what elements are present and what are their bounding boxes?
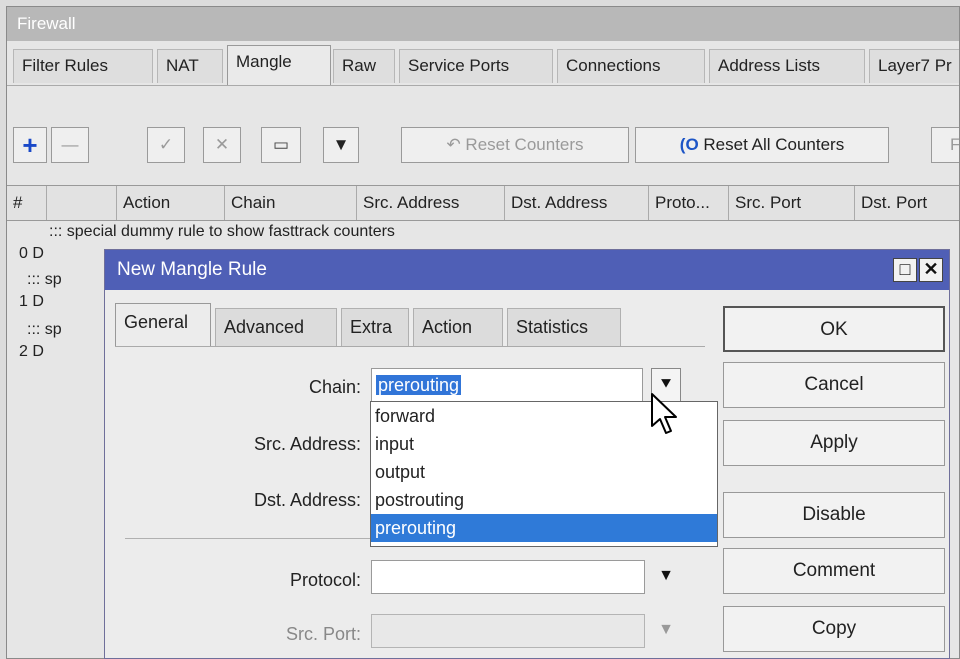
copy-button[interactable]: Copy <box>723 606 945 652</box>
tab-nat[interactable]: NAT <box>157 49 223 83</box>
cancel-button[interactable]: Cancel <box>723 362 945 408</box>
dialog-tab-extra[interactable]: Extra <box>341 308 409 346</box>
table-row[interactable]: 1 D <box>19 291 44 313</box>
col-number[interactable]: # <box>7 186 47 220</box>
src-port-dropdown-arrow-icon[interactable]: ▼ <box>651 614 681 648</box>
col-dst-port[interactable]: Dst. Port <box>855 186 959 220</box>
tab-layer7[interactable]: Layer7 Pr <box>869 49 959 83</box>
chain-option-postrouting[interactable]: postrouting <box>371 486 717 514</box>
reset-counters-button[interactable]: ↶ Reset Counters <box>401 127 629 163</box>
col-src-port[interactable]: Src. Port <box>729 186 855 220</box>
protocol-label: Protocol: <box>289 570 361 590</box>
tab-raw[interactable]: Raw <box>333 49 395 83</box>
protocol-select[interactable] <box>371 560 645 594</box>
enable-check-icon[interactable]: ✓ <box>147 127 185 163</box>
tab-filter-rules[interactable]: Filter Rules <box>13 49 153 83</box>
find-input[interactable]: F <box>931 127 959 163</box>
col-action[interactable]: Action <box>117 186 225 220</box>
chain-label: Chain: <box>308 377 361 397</box>
comment-button[interactable]: Comment <box>723 548 945 594</box>
reset-all-icon: (O <box>679 135 704 154</box>
dialog-title: New Mangle Rule <box>117 259 267 280</box>
col-src-address[interactable]: Src. Address <box>357 186 505 220</box>
main-tabs: Filter Rules NAT Mangle Raw Service Port… <box>7 41 959 86</box>
col-chain[interactable]: Chain <box>225 186 357 220</box>
table-row[interactable]: 2 D <box>19 341 44 363</box>
dst-address-label: Dst. Address: <box>253 490 361 510</box>
col-protocol[interactable]: Proto... <box>649 186 729 220</box>
col-dst-address[interactable]: Dst. Address <box>505 186 649 220</box>
tab-mangle[interactable]: Mangle <box>227 45 331 85</box>
chain-value: prerouting <box>376 375 462 395</box>
add-icon[interactable]: + <box>13 127 47 163</box>
src-address-label: Src. Address: <box>253 434 361 454</box>
protocol-dropdown-arrow-icon[interactable]: ▼ <box>651 560 681 594</box>
close-icon[interactable]: ✕ <box>919 258 943 282</box>
src-port-select[interactable] <box>371 614 645 648</box>
tab-connections[interactable]: Connections <box>557 49 705 83</box>
disable-x-icon[interactable]: ✕ <box>203 127 241 163</box>
filter-icon[interactable]: ▼ <box>323 127 359 163</box>
window-title: Firewall <box>7 7 959 41</box>
dialog-titlebar[interactable]: New Mangle Rule □ ✕ <box>105 250 949 290</box>
table-row-comment[interactable]: ::: sp <box>27 319 62 341</box>
pointer-cursor-icon <box>651 393 677 434</box>
rules-table-header: # Action Chain Src. Address Dst. Address… <box>7 185 959 221</box>
src-port-label: Src. Port: <box>285 624 361 644</box>
table-row-comment[interactable]: ::: sp <box>27 269 62 291</box>
reset-all-counters-label: Reset All Counters <box>703 135 845 154</box>
table-row-comment[interactable]: ::: special dummy rule to show fasttrack… <box>49 221 395 243</box>
chain-select[interactable]: prerouting <box>371 368 643 402</box>
apply-button[interactable]: Apply <box>723 420 945 466</box>
table-row[interactable]: 0 D <box>19 243 44 265</box>
tab-address-lists[interactable]: Address Lists <box>709 49 865 83</box>
reset-counters-label: Reset Counters <box>465 135 584 154</box>
disable-button[interactable]: Disable <box>723 492 945 538</box>
maximize-icon[interactable]: □ <box>893 258 917 282</box>
reset-all-counters-button[interactable]: (O Reset All Counters <box>635 127 889 163</box>
ok-button[interactable]: OK <box>723 306 945 352</box>
remove-icon[interactable]: — <box>51 127 89 163</box>
col-flags[interactable] <box>47 186 117 220</box>
tab-service-ports[interactable]: Service Ports <box>399 49 553 83</box>
chain-option-output[interactable]: output <box>371 458 717 486</box>
chain-option-prerouting[interactable]: prerouting <box>371 514 717 542</box>
dialog-tab-action[interactable]: Action <box>413 308 503 346</box>
dialog-tab-general[interactable]: General <box>115 303 211 347</box>
reset-icon: ↶ <box>446 135 466 154</box>
comment-icon[interactable]: ▭ <box>261 127 301 163</box>
dialog-tab-advanced[interactable]: Advanced <box>215 308 337 346</box>
dialog-tab-statistics[interactable]: Statistics <box>507 308 621 346</box>
toolbar: + — ✓ ✕ ▭ ▼ ↶ Reset Counters (O Reset Al… <box>7 85 959 173</box>
